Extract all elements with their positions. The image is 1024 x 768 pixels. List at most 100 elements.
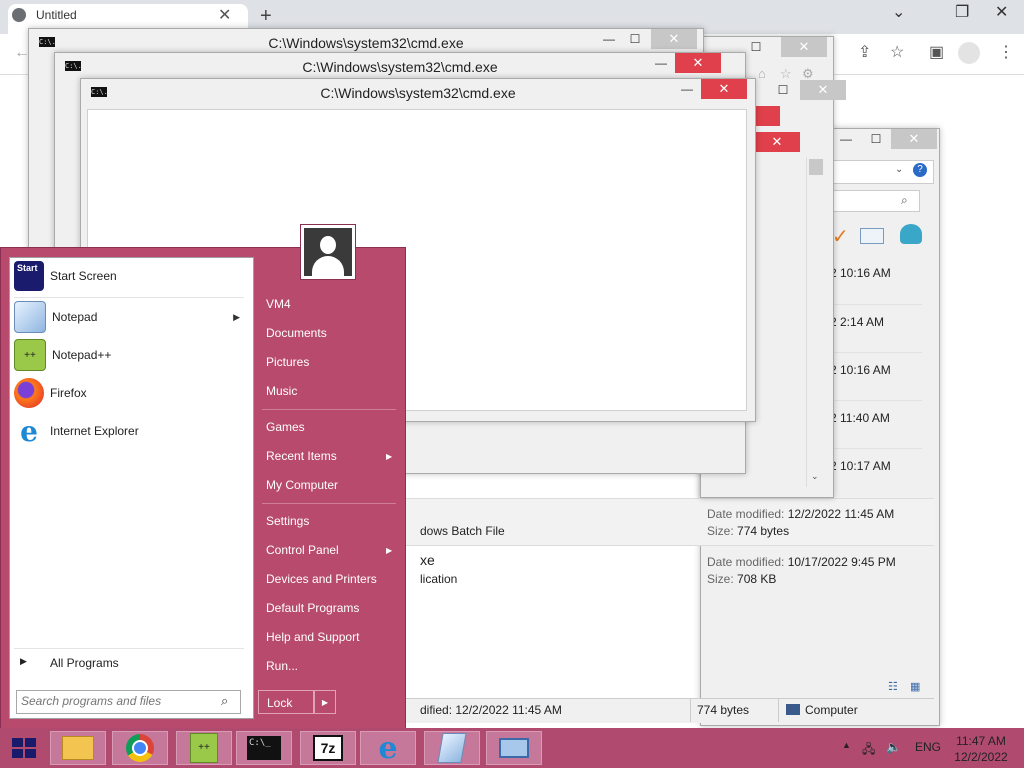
cmd-icon: C:\_ [247, 736, 281, 760]
detail-row-selected[interactable] [404, 498, 934, 546]
close-button[interactable]: ✕ [675, 53, 721, 73]
notepad-plus-plus-icon: ++ [14, 339, 46, 371]
submenu-arrow-icon[interactable]: ▶ [386, 452, 392, 461]
row-divider [830, 304, 922, 305]
taskbar-remote-desktop[interactable] [486, 731, 542, 765]
lock-button[interactable]: Lock [258, 690, 314, 714]
submenu-arrow-icon[interactable]: ▶ [386, 546, 392, 555]
start-search-input[interactable] [17, 691, 215, 711]
start-right-help-and-support[interactable]: Help and Support [266, 630, 359, 644]
details-view-icon[interactable]: ☷ [888, 680, 898, 693]
folder-icon [62, 736, 94, 760]
globe-icon [12, 8, 26, 22]
start-right-documents[interactable]: Documents [266, 326, 327, 340]
sidepanel-icon[interactable]: ▣ [929, 42, 944, 62]
search-icon: ⌕ [901, 193, 908, 207]
taskbar-notepad-plus-plus[interactable]: ++ [176, 731, 232, 765]
start-right-music[interactable]: Music [266, 384, 297, 398]
chrome-icon [126, 734, 154, 762]
email-icon[interactable] [860, 228, 884, 244]
close-icon[interactable]: ✕ [995, 2, 1008, 22]
pinned-item-label: Internet Explorer [50, 424, 139, 438]
row-divider [830, 448, 922, 449]
user-avatar[interactable] [300, 224, 356, 280]
start-button[interactable] [4, 731, 44, 765]
close-button[interactable]: ✕ [754, 132, 800, 152]
tab-close-icon[interactable]: ✕ [218, 5, 231, 25]
start-right-vm4[interactable]: VM4 [266, 297, 291, 311]
file-date: 2 2:14 AM [830, 315, 885, 329]
start-right-default-programs[interactable]: Default Programs [266, 601, 359, 615]
address-bar[interactable]: ⌄ ? [830, 160, 934, 184]
start-right-recent-items[interactable]: Recent Items [266, 449, 337, 463]
new-tab-button[interactable]: + [260, 5, 272, 28]
minimize-button[interactable]: — [831, 129, 861, 149]
show-hidden-icons-icon[interactable]: ▲ [842, 740, 851, 750]
start-screen-item[interactable]: Start Start Screen [14, 259, 246, 293]
volume-icon[interactable]: 🔈 [886, 740, 901, 754]
file-date: 2 11:40 AM [830, 411, 890, 425]
start-right-games[interactable]: Games [266, 420, 305, 434]
chevron-down-icon[interactable]: ⌄ [895, 164, 903, 175]
preview-view-icon[interactable]: ▦ [910, 680, 920, 693]
minimize-button[interactable]: — [599, 29, 619, 49]
scroll-down-icon[interactable]: ⌄ [811, 471, 819, 482]
start-right-my-computer[interactable]: My Computer [266, 478, 338, 492]
remote-desktop-icon [499, 738, 529, 758]
7zip-icon: 7z [313, 735, 343, 761]
taskbar-notepad[interactable] [424, 731, 480, 765]
taskbar-file-explorer[interactable] [50, 731, 106, 765]
tab-search-icon[interactable]: ⌄ [892, 2, 905, 22]
share-icon[interactable]: ⇪ [858, 42, 871, 62]
clock[interactable]: 11:47 AM 12/2/2022 [948, 733, 1014, 765]
menu-icon[interactable]: ⋮ [998, 42, 1014, 62]
taskbar-7zip[interactable]: 7z [300, 731, 356, 765]
search-icon[interactable]: ⌕ [221, 693, 228, 709]
start-right-devices-and-printers[interactable]: Devices and Printers [266, 572, 377, 586]
network-icon[interactable]: 🖧 [862, 740, 875, 761]
restore-icon[interactable]: ❐ [955, 2, 969, 22]
file-date: 2 10:16 AM [830, 363, 891, 377]
home-icon[interactable]: ⌂ [758, 66, 766, 81]
close-button[interactable]: ✕ [701, 79, 747, 99]
taskbar-internet-explorer[interactable]: e [360, 730, 416, 766]
explorer-search-input[interactable]: ⌕ [830, 190, 920, 212]
taskbar-chrome[interactable] [112, 731, 168, 765]
window-title: C:\Windows\system32\cmd.exe [320, 85, 516, 101]
all-programs-button[interactable]: All Programs [50, 656, 119, 670]
start-right-settings[interactable]: Settings [266, 514, 309, 528]
pinned-item-firefox[interactable]: Firefox [14, 376, 246, 410]
close-button[interactable]: ✕ [651, 29, 697, 49]
detail-date: Date modified: 10/17/2022 9:45 PM [707, 555, 896, 569]
maximize-button[interactable]: ☐ [625, 29, 645, 49]
scrollbar[interactable]: ⌄ [806, 157, 825, 487]
language-indicator[interactable]: ENG [915, 740, 941, 754]
help-icon[interactable]: ? [913, 163, 927, 177]
minimize-button[interactable]: — [651, 53, 671, 73]
close-button[interactable] [754, 106, 780, 126]
file-type: lication [420, 572, 458, 586]
lock-options-arrow-icon[interactable]: ▶ [314, 690, 336, 714]
profile-icon[interactable] [958, 42, 980, 64]
close-button[interactable]: ✕ [891, 129, 937, 149]
close-button[interactable]: ✕ [800, 80, 846, 100]
star-icon[interactable]: ☆ [890, 42, 904, 62]
start-right-run[interactable]: Run... [266, 659, 298, 673]
pinned-item-notepad[interactable]: Notepad ▶ [14, 300, 246, 334]
minimize-button[interactable]: — [677, 79, 697, 99]
pinned-item-notepad-plus-plus[interactable]: ++ Notepad++ [14, 338, 246, 372]
status-divider [690, 698, 691, 722]
start-right-pictures[interactable]: Pictures [266, 355, 309, 369]
start-right-control-panel[interactable]: Control Panel [266, 543, 339, 557]
internet-explorer-icon: e [378, 730, 398, 766]
taskbar-cmd[interactable]: C:\_ [236, 731, 292, 765]
maximize-button[interactable]: ☐ [861, 129, 891, 149]
start-search-box[interactable]: ⌕ [16, 690, 241, 714]
maximize-button[interactable]: ☐ [768, 80, 798, 100]
scrollbar-thumb[interactable] [809, 159, 823, 175]
shell-icon[interactable] [900, 224, 922, 244]
close-button[interactable]: ✕ [781, 37, 827, 57]
pinned-item-internet-explorer[interactable]: e Internet Explorer [14, 414, 246, 448]
check-icon[interactable]: ✓ [832, 224, 849, 249]
submenu-arrow-icon[interactable]: ▶ [233, 312, 240, 323]
